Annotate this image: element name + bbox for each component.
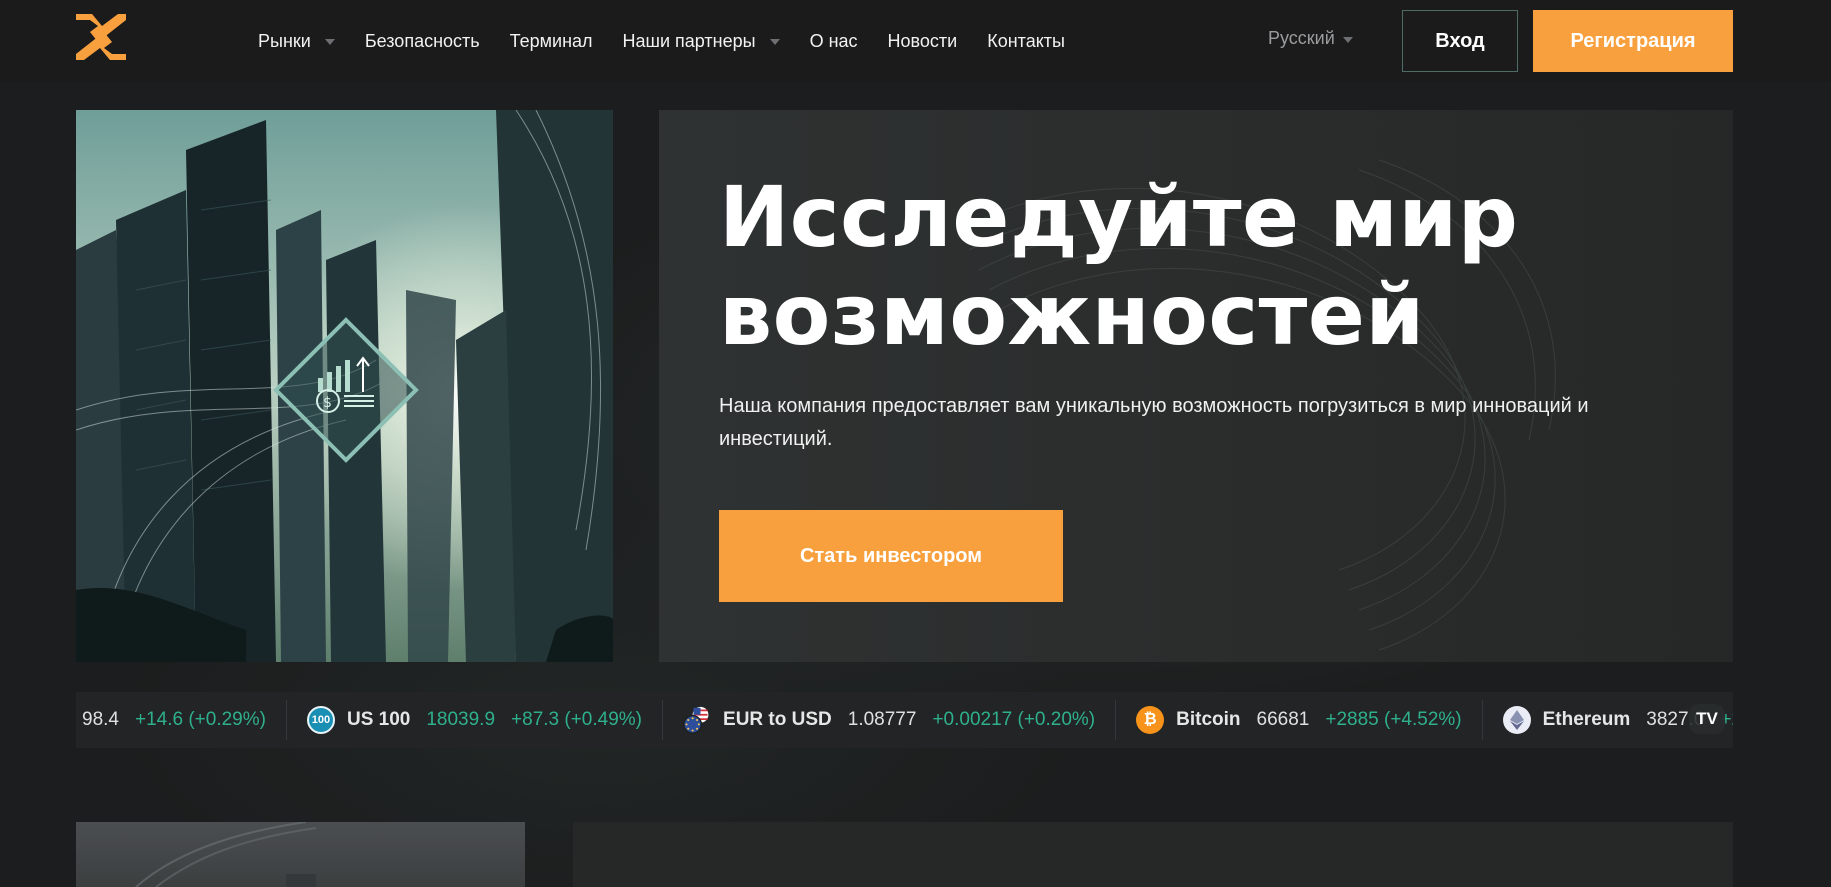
market-ticker[interactable]: 98.4 +14.6 (+0.29%) 100 US 100 18039.9 +… (76, 692, 1733, 748)
nav-item-terminal[interactable]: Терминал (510, 31, 593, 52)
caret-down-icon (324, 39, 335, 45)
login-button[interactable]: Вход (1402, 10, 1518, 72)
svg-text:$: $ (323, 395, 332, 411)
ticker-price: 98.4 (82, 709, 119, 730)
ticker-price: 1.08777 (847, 709, 917, 730)
language-select[interactable]: Русский (1268, 28, 1353, 49)
eur-usd-flag-icon (683, 706, 711, 734)
ticker-item-us100[interactable]: 100 US 100 18039.9 +87.3 (+0.49%) (287, 700, 664, 740)
ticker-item-bitcoin[interactable]: ₿ Bitcoin 66681 +2885 (+4.52%) (1116, 700, 1483, 740)
z-logo-icon[interactable] (76, 14, 126, 60)
caret-down-icon (1342, 36, 1353, 43)
nav-item-label: Безопасность (364, 30, 480, 51)
section-image (76, 822, 525, 887)
tradingview-logo-icon[interactable]: TV (1689, 704, 1725, 734)
nav-item-news[interactable]: Новости (888, 31, 958, 52)
ticker-name: EUR to USD (723, 709, 832, 730)
ticker-item-eurusd[interactable]: EUR to USD 1.08777 +0.00217 (+0.20%) (663, 700, 1117, 740)
section-panel (573, 822, 1733, 887)
ticker-price: 18039.9 (426, 709, 496, 730)
nav-item-label: Контакты (987, 30, 1065, 51)
nav-item-contacts[interactable]: Контакты (987, 31, 1065, 52)
main-nav: Рынки Безопасность Терминал Наши партнер… (258, 28, 1095, 54)
hero-subtitle: Наша компания предоставляет вам уникальн… (719, 395, 1589, 450)
ethereum-icon (1502, 706, 1531, 734)
nav-item-label: Новости (887, 30, 958, 51)
ticker-price: 66681 (1256, 709, 1310, 730)
ticker-name: Bitcoin (1176, 709, 1241, 730)
site-header: Рынки Безопасность Терминал Наши партнер… (0, 0, 1831, 82)
bitcoin-icon: ₿ (1136, 706, 1165, 734)
nav-item-label: Рынки (258, 30, 311, 51)
register-button[interactable]: Регистрация (1533, 10, 1733, 72)
hero-panel: Исследуйте мир возможностей Наша компани… (659, 110, 1733, 662)
ticker-name: US 100 (346, 709, 411, 730)
nav-item-about[interactable]: О нас (810, 31, 858, 52)
ticker-change: +14.6 (+0.29%) (134, 709, 266, 730)
hero-title: Исследуйте мир возможностей (719, 168, 1519, 364)
ticker-change: +87.3 (+0.49%) (511, 709, 643, 730)
ticker-change: +2885 (+4.52%) (1325, 709, 1462, 730)
hero-image-skyscrapers: $ (76, 110, 613, 662)
nav-item-security[interactable]: Безопасность (365, 31, 480, 52)
nav-item-label: Терминал (509, 30, 593, 51)
become-investor-button[interactable]: Стать инвестором (719, 510, 1063, 602)
ticker-change: +0.00217 (+0.20%) (932, 709, 1096, 730)
language-label: Русский (1268, 28, 1335, 48)
ticker-name: Ethereum (1542, 709, 1631, 730)
nav-item-markets[interactable]: Рынки (258, 31, 335, 52)
nav-item-partners[interactable]: Наши партнеры (623, 31, 780, 52)
us100-icon-text: 100 (311, 714, 331, 726)
nav-item-label: О нас (809, 30, 858, 51)
us100-icon: 100 (306, 706, 335, 734)
nav-item-label: Наши партнеры (622, 30, 756, 51)
ticker-item[interactable]: 98.4 +14.6 (+0.29%) (76, 700, 287, 740)
caret-down-icon (769, 39, 780, 45)
